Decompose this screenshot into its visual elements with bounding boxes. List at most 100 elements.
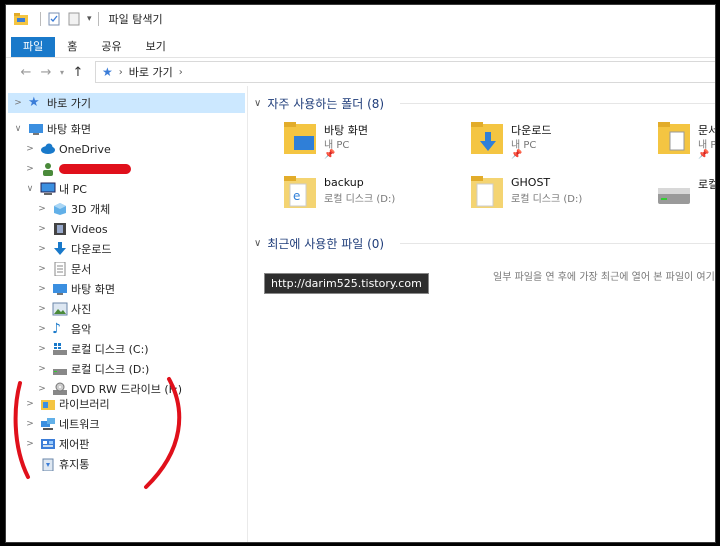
network-icon <box>41 418 55 430</box>
sidebar-item-pictures[interactable]: > 사진 <box>36 299 91 319</box>
chevron-right-icon[interactable]: > <box>36 344 48 354</box>
folder-tile-desktop[interactable]: 바탕 화면 내 PC 📌 <box>284 120 474 164</box>
pin-icon: 📌 <box>324 150 336 160</box>
sidebar-item-label: 다운로드 <box>71 243 112 256</box>
chevron-right-icon[interactable]: › <box>179 67 183 78</box>
sidebar-item-control-panel[interactable]: > 제어판 <box>24 434 89 454</box>
sidebar-item-local-disk-c[interactable]: > 로컬 디스크 (C:) <box>36 339 149 359</box>
new-folder-icon[interactable] <box>67 12 81 26</box>
properties-icon[interactable] <box>47 12 61 26</box>
folder-tile-documents[interactable]: 문서 내 PC 📌 <box>658 120 715 164</box>
toolbar-separator <box>40 12 41 26</box>
address-bar[interactable]: ★ › 바로 가기 › <box>95 61 715 83</box>
sidebar-item-label: 네트워크 <box>59 418 100 431</box>
folder-tile-local-disk[interactable]: 로컬 <box>658 174 715 218</box>
folder-name: 로컬 <box>698 178 715 191</box>
chevron-right-icon[interactable]: > <box>12 98 24 108</box>
tab-file[interactable]: 파일 <box>11 37 56 57</box>
tab-share[interactable]: 공유 <box>89 37 133 57</box>
sidebar-item-local-disk-d[interactable]: > 로컬 디스크 (D:) <box>36 359 149 379</box>
sidebar-item-my-pc[interactable]: ∨ 내 PC <box>24 179 87 199</box>
chevron-right-icon[interactable]: > <box>24 164 36 174</box>
tab-home[interactable]: 홈 <box>55 37 89 57</box>
customize-qa-arrow-icon[interactable]: ▾ <box>87 14 92 24</box>
content-pane: ∨ 자주 사용하는 폴더 (8) 바탕 화면 내 PC 📌 다운로드 내 PC … <box>248 86 715 542</box>
sidebar-item-documents[interactable]: > 문서 <box>36 259 91 279</box>
sidebar-item-label: 로컬 디스크 (C:) <box>71 343 149 356</box>
chevron-right-icon[interactable]: > <box>24 399 36 409</box>
up-arrow-icon[interactable]: ↑ <box>68 65 88 80</box>
sidebar-item-user[interactable]: > <box>24 159 131 179</box>
folder-tile-backup[interactable]: e backup 로컬 디스크 (D:) <box>284 174 474 218</box>
sidebar-item-recycle-bin[interactable]: 휴지통 <box>36 454 89 474</box>
sidebar-item-label: 휴지통 <box>59 458 90 471</box>
star-icon: ★ <box>28 95 40 110</box>
back-arrow-icon[interactable]: ← <box>16 65 36 80</box>
ribbon-tabs: 파일 홈 공유 보기 <box>6 33 715 58</box>
download-arrow-icon <box>54 242 66 255</box>
sidebar-item-quick-access[interactable]: > ★ 바로 가기 <box>8 93 245 113</box>
folder-tile-ghost[interactable]: GHOST 로컬 디스크 (D:) <box>471 174 661 218</box>
sidebar-item-downloads[interactable]: > 다운로드 <box>36 239 111 259</box>
section-divider <box>400 243 715 244</box>
chevron-right-icon[interactable]: > <box>36 304 48 314</box>
chevron-right-icon[interactable]: > <box>36 264 48 274</box>
sidebar-item-music[interactable]: > ♪ 음악 <box>36 319 91 339</box>
chevron-down-icon[interactable]: ∨ <box>12 124 24 134</box>
watermark-label: http://darim525.tistory.com <box>264 273 429 294</box>
sidebar-item-desktop-root[interactable]: ∨ 바탕 화면 <box>12 119 91 139</box>
windows-drive-icon <box>53 343 67 355</box>
chevron-down-icon[interactable]: ∨ <box>254 98 261 109</box>
folder-ie-icon: e <box>284 176 316 208</box>
forward-arrow-icon[interactable]: → <box>36 65 56 80</box>
sidebar-item-label: 로컬 디스크 (D:) <box>71 363 150 376</box>
sidebar-item-onedrive[interactable]: > OneDrive <box>24 139 111 159</box>
redacted-username <box>59 164 131 174</box>
folder-document-icon <box>658 122 690 154</box>
sidebar-item-label: 내 PC <box>59 183 87 196</box>
folder-download-icon <box>471 122 503 154</box>
breadcrumb-quick-access[interactable]: 바로 가기 <box>129 64 173 80</box>
computer-icon <box>40 182 56 195</box>
pin-icon: 📌 <box>698 150 710 160</box>
chevron-down-icon[interactable]: ∨ <box>24 184 36 194</box>
chevron-right-icon[interactable]: > <box>36 224 48 234</box>
folder-desktop-icon <box>284 122 316 154</box>
chevron-right-icon[interactable]: > <box>24 144 36 154</box>
sidebar-item-libraries[interactable]: > 라이브러리 <box>24 394 109 414</box>
chevron-right-icon[interactable]: › <box>119 67 123 78</box>
chevron-down-icon[interactable]: ∨ <box>254 238 261 249</box>
chevron-right-icon[interactable]: > <box>24 439 36 449</box>
chevron-right-icon[interactable]: > <box>36 324 48 334</box>
folder-tile-downloads[interactable]: 다운로드 내 PC 📌 <box>471 120 661 164</box>
picture-icon <box>52 302 68 316</box>
folder-location: 로컬 디스크 (D:) <box>511 194 583 205</box>
document-icon <box>54 262 66 276</box>
folder-app-icon <box>14 13 28 25</box>
section-title: 최근에 사용한 파일 (0) <box>267 236 385 251</box>
pin-icon: 📌 <box>511 150 523 160</box>
chevron-right-icon[interactable]: > <box>36 204 48 214</box>
library-icon <box>41 400 55 410</box>
sidebar-item-network[interactable]: > 네트워크 <box>24 414 99 434</box>
tab-view[interactable]: 보기 <box>134 37 178 57</box>
section-title: 자주 사용하는 폴더 (8) <box>267 96 385 111</box>
chevron-right-icon[interactable]: > <box>36 284 48 294</box>
cube-icon <box>54 203 66 215</box>
window-title: 파일 탐색기 <box>108 13 163 26</box>
sidebar-item-desktop[interactable]: > 바탕 화면 <box>36 279 115 299</box>
recent-locations-icon[interactable]: ▾ <box>56 68 68 77</box>
recent-files-header[interactable]: ∨ 최근에 사용한 파일 (0) <box>254 233 384 253</box>
sidebar-item-label: 바로 가기 <box>47 97 91 110</box>
chevron-right-icon[interactable]: > <box>36 384 48 394</box>
sidebar-item-videos[interactable]: > Videos <box>36 219 107 239</box>
chevron-right-icon[interactable]: > <box>36 244 48 254</box>
chevron-right-icon[interactable]: > <box>36 364 48 374</box>
desktop-icon <box>53 284 67 295</box>
sidebar-item-3d-objects[interactable]: > 3D 개체 <box>36 199 110 219</box>
folder-location: 로컬 디스크 (D:) <box>324 194 396 205</box>
section-divider <box>400 103 715 104</box>
frequent-folders-header[interactable]: ∨ 자주 사용하는 폴더 (8) <box>254 93 384 113</box>
chevron-right-icon[interactable]: > <box>24 419 36 429</box>
sidebar-item-label: 바탕 화면 <box>71 283 115 296</box>
